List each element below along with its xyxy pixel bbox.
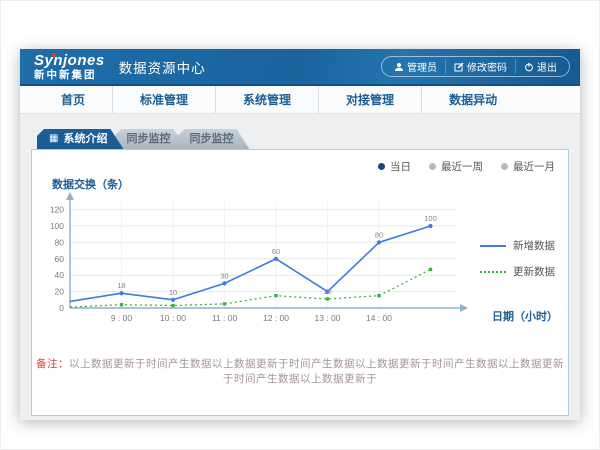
system-intro-panel: 当日最近一周最近一月 数据交换（条） 0204060801001209 : 00…: [31, 149, 569, 416]
svg-text:20: 20: [55, 287, 65, 297]
legend-line-swatch: [480, 271, 506, 273]
nav-item[interactable]: 系统管理: [215, 86, 318, 113]
svg-text:40: 40: [55, 270, 65, 280]
screenshot-stage: Synjones 新中新集团 数据资源中心 管理员修改密码退出 首页标准管理系统…: [0, 0, 600, 450]
radio-dot-icon: [429, 163, 436, 170]
svg-text:14 : 00: 14 : 00: [366, 313, 392, 323]
svg-text:0: 0: [59, 303, 64, 313]
footnote-prefix: 备注：: [36, 358, 69, 370]
legend-item[interactable]: 更新数据: [480, 264, 555, 279]
svg-text:80: 80: [375, 230, 383, 239]
logo-accent-dot: [52, 53, 56, 57]
tab-inactive[interactable]: 同步监控: [177, 129, 249, 149]
svg-text:80: 80: [55, 237, 65, 247]
power-icon: [524, 62, 534, 72]
logo-subtext: 新中新集团: [34, 70, 105, 81]
tab-inactive[interactable]: 同步监控: [114, 129, 186, 149]
user-icon: [394, 62, 404, 72]
page-title: 数据资源中心: [119, 57, 206, 77]
legend-line-swatch: [480, 245, 506, 247]
svg-text:30: 30: [220, 271, 228, 280]
svg-text:18: 18: [117, 281, 125, 290]
tab-bar: ▦系统介绍同步监控同步监控: [37, 129, 249, 149]
svg-text:60: 60: [272, 247, 280, 256]
app-window: Synjones 新中新集团 数据资源中心 管理员修改密码退出 首页标准管理系统…: [20, 49, 580, 419]
radio-dot-icon: [501, 163, 508, 170]
svg-text:60: 60: [55, 254, 65, 264]
nav-item[interactable]: 数据异动: [421, 86, 524, 113]
footnote-text: 以上数据更新于时间产生数据以上数据更新于时间产生数据以上数据更新于时间产生数据以…: [69, 358, 564, 385]
legend-item[interactable]: 新增数据: [480, 238, 555, 253]
content-area: ▦系统介绍同步监控同步监控 当日最近一周最近一月 数据交换（条） 0204060…: [20, 114, 580, 420]
user-menu-power[interactable]: 退出: [515, 59, 565, 74]
app-header: Synjones 新中新集团 数据资源中心 管理员修改密码退出: [20, 49, 580, 86]
time-filter-option[interactable]: 最近一周: [429, 159, 483, 174]
svg-text:10: 10: [169, 288, 177, 297]
time-filter-option[interactable]: 最近一月: [501, 159, 555, 174]
user-menu: 管理员修改密码退出: [381, 56, 570, 77]
company-logo: Synjones 新中新集团: [34, 53, 105, 81]
nav-item[interactable]: 对接管理: [318, 86, 421, 113]
time-filter: 当日 最近一周 最近一月: [378, 159, 555, 174]
nav-item[interactable]: 首页: [34, 86, 112, 113]
grid-icon: ▦: [49, 134, 58, 144]
svg-text:100: 100: [50, 221, 64, 231]
edit-icon: [454, 62, 464, 72]
logo-text: Synjones: [34, 53, 105, 68]
svg-text:10 : 00: 10 : 00: [160, 313, 186, 323]
svg-text:9 : 00: 9 : 00: [111, 313, 133, 323]
svg-text:11 : 00: 11 : 00: [212, 313, 238, 323]
nav-item[interactable]: 标准管理: [112, 86, 215, 113]
footnote: 备注：以上数据更新于时间产生数据以上数据更新于时间产生数据以上数据更新于时间产生…: [32, 356, 568, 386]
main-nav: 首页标准管理系统管理对接管理数据异动: [20, 86, 580, 114]
chart-legend: 新增数据更新数据: [480, 238, 555, 279]
user-menu-edit[interactable]: 修改密码: [445, 59, 515, 74]
svg-text:12 : 00: 12 : 00: [263, 313, 289, 323]
user-menu-user[interactable]: 管理员: [386, 59, 445, 74]
chart-x-axis-title: 日期（小时）: [492, 308, 558, 324]
radio-dot-icon: [378, 163, 385, 170]
svg-text:120: 120: [50, 205, 64, 215]
svg-text:100: 100: [424, 214, 437, 223]
svg-text:13 : 00: 13 : 00: [315, 313, 341, 323]
time-filter-option[interactable]: 当日: [378, 159, 411, 174]
tab-active[interactable]: ▦系统介绍: [37, 129, 123, 149]
line-chart: 0 20 40 60 80 100 120 9 : 00 10 : 00 11 : 00 12 : …: [32, 190, 482, 337]
svg-text:10: 10: [323, 287, 331, 296]
